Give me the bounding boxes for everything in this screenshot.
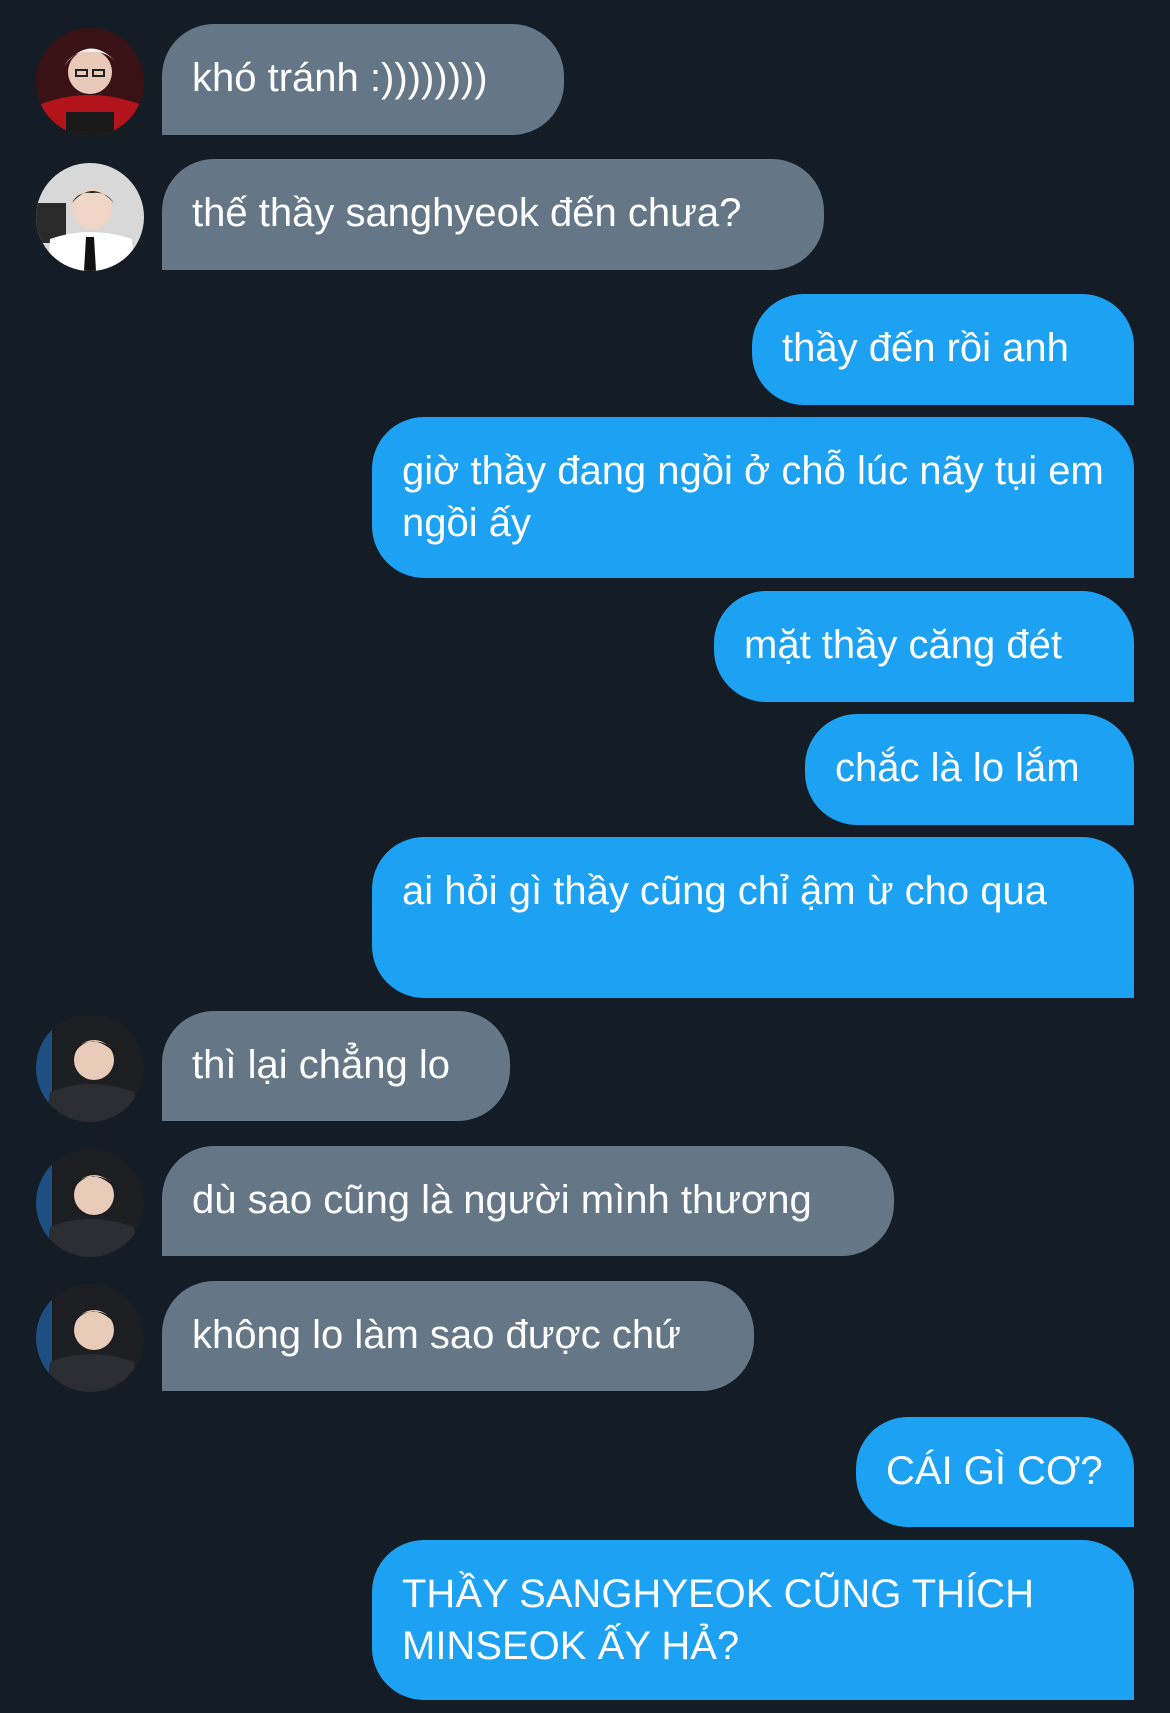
message-bubble-outgoing[interactable]: thầy đến rồi anh (752, 294, 1134, 405)
message-bubble-incoming[interactable]: không lo làm sao được chứ (162, 1281, 754, 1391)
message-text: giờ thầy đang ngồi ở chỗ lúc nãy tụi em … (402, 449, 1104, 545)
avatar[interactable] (36, 1149, 144, 1257)
message-text: chắc là lo lắm (835, 746, 1080, 790)
message-bubble-outgoing[interactable]: giờ thầy đang ngồi ở chỗ lúc nãy tụi em … (372, 417, 1134, 578)
message-text: ai hỏi gì thầy cũng chỉ ậm ừ cho qua (402, 869, 1047, 913)
message-bubble-outgoing[interactable]: THẦY SANGHYEOK CŨNG THÍCH MINSEOK ẤY HẢ? (372, 1540, 1134, 1700)
message-bubble-incoming[interactable]: dù sao cũng là người mình thương (162, 1146, 894, 1256)
avatar-dark-suit-icon (36, 1149, 144, 1257)
message-bubble-outgoing[interactable]: mặt thầy căng đét (714, 591, 1134, 702)
message-bubble-outgoing[interactable]: ai hỏi gì thầy cũng chỉ ậm ừ cho qua (372, 837, 1134, 998)
message-text: thì lại chẳng lo (192, 1043, 450, 1087)
avatar-white-shirt-tie-icon (36, 163, 144, 271)
message-text: dù sao cũng là người mình thương (192, 1178, 812, 1222)
avatar[interactable] (36, 1284, 144, 1392)
avatar-dark-suit-icon (36, 1284, 144, 1392)
message-text: thầy đến rồi anh (782, 326, 1069, 370)
avatar[interactable] (36, 163, 144, 271)
avatar-red-jersey-icon (36, 28, 144, 136)
message-bubble-incoming[interactable]: thì lại chẳng lo (162, 1011, 510, 1121)
message-text: mặt thầy căng đét (744, 623, 1062, 667)
avatar-dark-suit-icon (36, 1014, 144, 1122)
message-bubble-incoming[interactable]: thế thầy sanghyeok đến chưa? (162, 159, 824, 270)
message-bubble-incoming[interactable]: khó tránh :)))))))) (162, 24, 564, 135)
message-bubble-outgoing[interactable]: CÁI GÌ CƠ? (856, 1417, 1134, 1527)
message-thread[interactable]: khó tránh :)))))))) thế thầy sanghyeok đ… (0, 0, 1170, 1713)
message-text: khó tránh :)))))))) (192, 56, 488, 100)
message-bubble-outgoing[interactable]: chắc là lo lắm (805, 714, 1134, 825)
message-text: không lo làm sao được chứ (192, 1313, 681, 1357)
avatar[interactable] (36, 1014, 144, 1122)
message-text: thế thầy sanghyeok đến chưa? (192, 191, 742, 235)
message-text: CÁI GÌ CƠ? (886, 1449, 1103, 1493)
message-text: THẦY SANGHYEOK CŨNG THÍCH MINSEOK ẤY HẢ? (402, 1572, 1034, 1668)
avatar[interactable] (36, 28, 144, 136)
